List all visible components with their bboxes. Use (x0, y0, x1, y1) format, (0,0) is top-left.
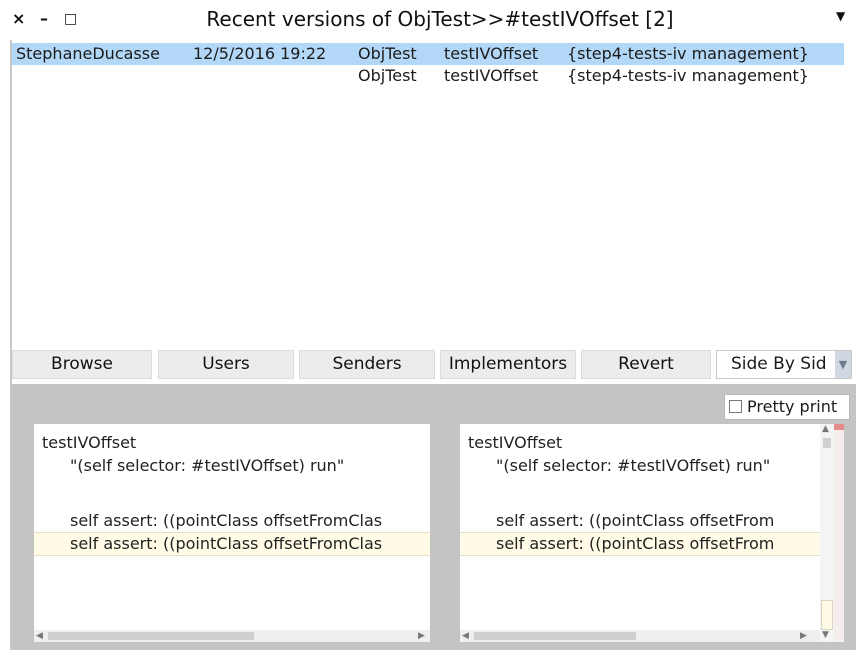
maximize-icon[interactable]: □ (64, 8, 77, 30)
users-button[interactable]: Users (158, 350, 294, 379)
title-bar: × – □ Recent versions of ObjTest>>#testI… (0, 0, 856, 40)
scroll-left-icon[interactable]: ◀ (462, 630, 469, 642)
scrollbar-thumb[interactable] (823, 438, 831, 448)
code-line: self assert: ((pointClass offsetFrom (496, 534, 775, 553)
diff-overview-marker (834, 424, 844, 430)
horizontal-scrollbar[interactable]: ◀ ▶ (34, 630, 430, 642)
version-selector: testIVOffset (444, 66, 539, 85)
code-line: "(self selector: #testIVOffset) run" (70, 456, 345, 475)
window-title: Recent versions of ObjTest>>#testIVOffse… (206, 7, 674, 31)
scroll-left-icon[interactable]: ◀ (36, 630, 43, 642)
version-selector: testIVOffset (444, 44, 539, 63)
version-row[interactable]: StephaneDucasse 12/5/2016 19:22 ObjTest … (12, 43, 844, 65)
code-line: self assert: ((pointClass offsetFromClas (70, 511, 383, 530)
version-list[interactable]: StephaneDucasse 12/5/2016 19:22 ObjTest … (12, 40, 844, 344)
diff-panel: Pretty print testIVOffset "(self selecto… (12, 384, 856, 650)
code-line: testIVOffset (42, 433, 137, 452)
button-bar: Browse Users Senders Implementors Revert… (12, 346, 856, 384)
code-line: self assert: ((pointClass offsetFrom (496, 511, 775, 530)
version-row[interactable]: ObjTest testIVOffset {step4-tests-iv man… (12, 65, 844, 87)
scroll-right-icon[interactable]: ▶ (418, 630, 425, 642)
pretty-print-checkbox[interactable]: Pretty print (724, 394, 850, 420)
vertical-scrollbar[interactable]: ▲ ▼ (820, 424, 834, 642)
dropdown-arrow-icon[interactable]: ▼ (835, 351, 851, 378)
scroll-down-icon[interactable]: ▼ (822, 630, 829, 640)
left-code-pane[interactable]: testIVOffset "(self selector: #testIVOff… (34, 424, 430, 642)
scroll-right-icon[interactable]: ▶ (800, 630, 807, 642)
browse-button[interactable]: Browse (12, 350, 152, 379)
diff-marker (821, 600, 833, 630)
minimize-icon[interactable]: – (40, 8, 48, 30)
version-author: StephaneDucasse (16, 44, 160, 63)
implementors-button[interactable]: Implementors (440, 350, 576, 379)
version-category: {step4-tests-iv management} (567, 66, 809, 85)
close-icon[interactable]: × (12, 8, 25, 30)
version-class: ObjTest (358, 44, 417, 63)
view-mode-value: Side By Sid (731, 354, 827, 374)
code-line: self assert: ((pointClass offsetFromClas (70, 534, 383, 553)
code-line: testIVOffset (468, 433, 563, 452)
checkbox-icon[interactable] (729, 400, 742, 413)
version-category: {step4-tests-iv management} (567, 44, 809, 63)
right-code-pane[interactable]: testIVOffset "(self selector: #testIVOff… (460, 424, 820, 642)
senders-button[interactable]: Senders (299, 350, 435, 379)
pretty-print-label: Pretty print (747, 397, 838, 416)
scrollbar-thumb[interactable] (474, 632, 636, 640)
diff-overview-bar (834, 424, 844, 642)
view-mode-dropdown[interactable]: Side By Sid ▼ (716, 350, 852, 379)
revert-button[interactable]: Revert (581, 350, 711, 379)
version-class: ObjTest (358, 66, 417, 85)
scroll-up-icon[interactable]: ▲ (822, 424, 829, 434)
code-line: "(self selector: #testIVOffset) run" (496, 456, 771, 475)
version-timestamp: 12/5/2016 19:22 (193, 44, 327, 63)
scrollbar-thumb[interactable] (48, 632, 254, 640)
window-menu-icon[interactable]: ▼ (836, 9, 845, 23)
horizontal-scrollbar[interactable]: ◀ ▶ (460, 630, 820, 642)
